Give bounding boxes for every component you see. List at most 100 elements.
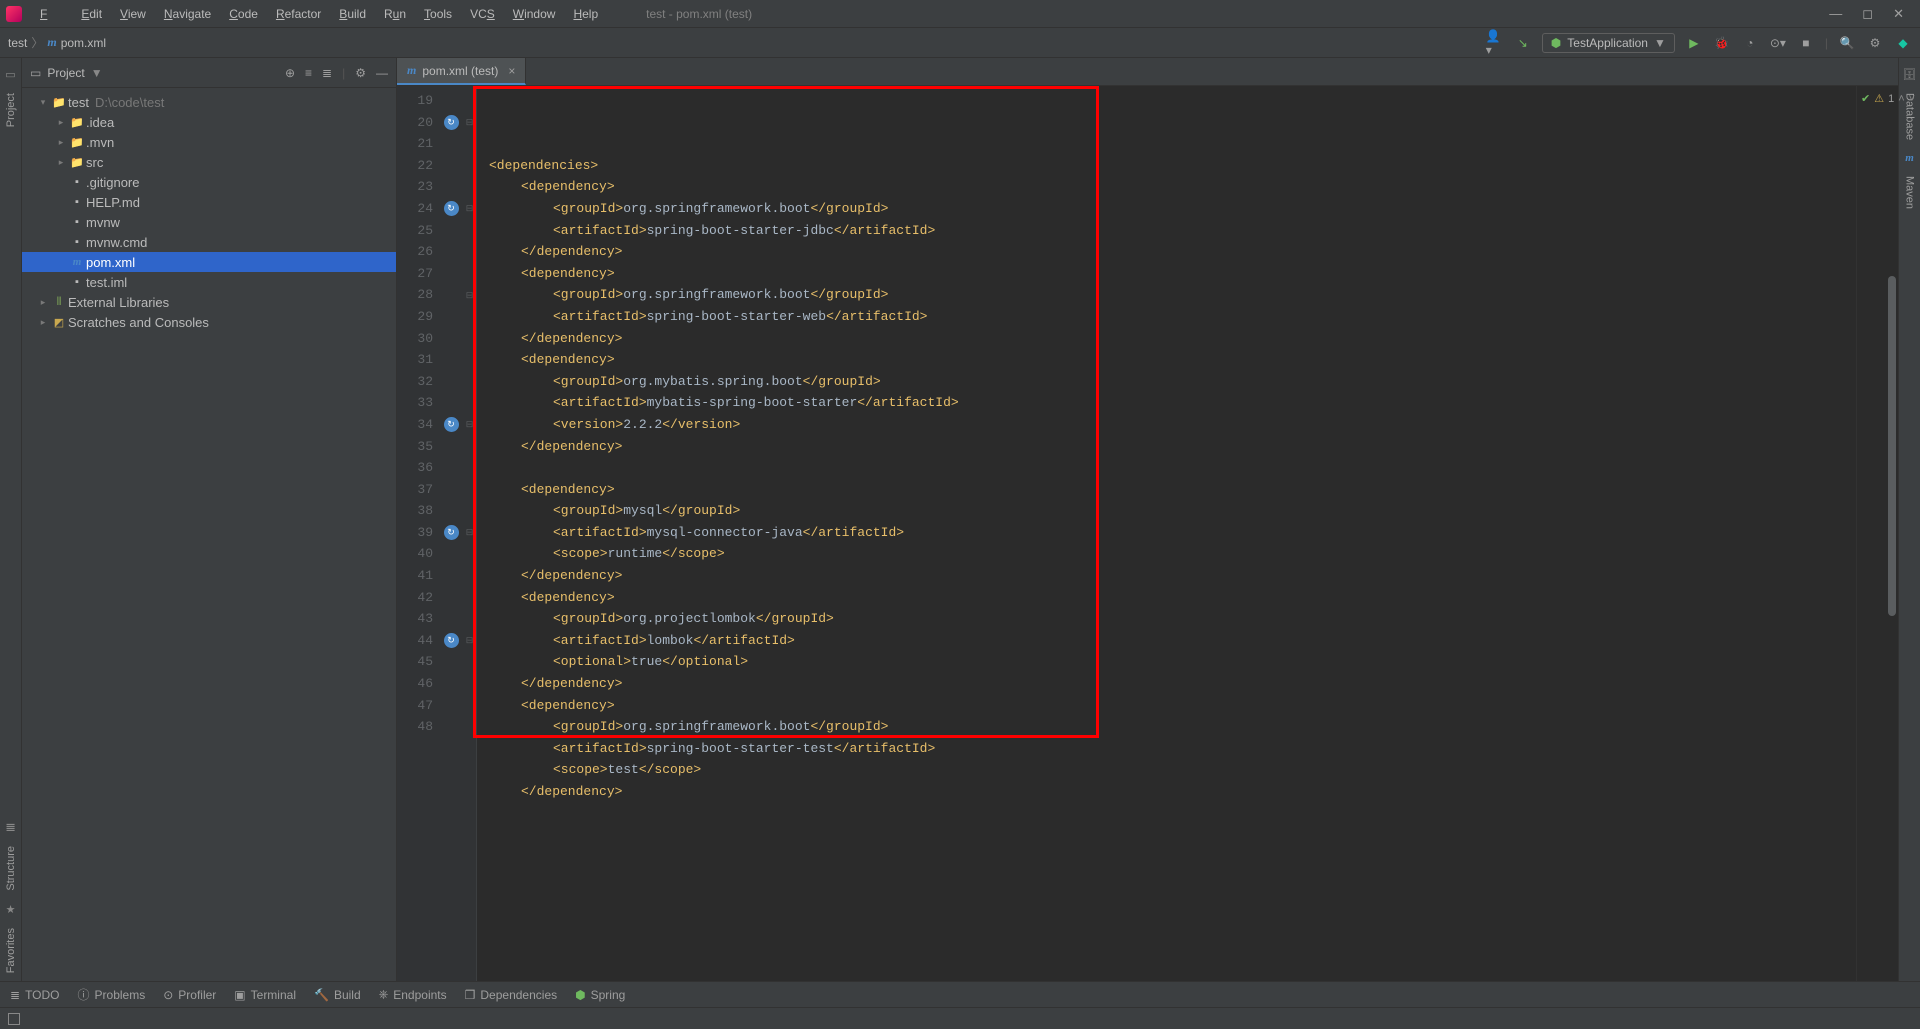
line-number[interactable]: 22 [397, 155, 433, 177]
run-button-icon[interactable]: ▶ [1685, 34, 1703, 52]
line-number[interactable]: 20 [397, 112, 433, 134]
code-line[interactable]: <version>2.2.2</version> [489, 414, 1856, 436]
line-number[interactable]: 42 [397, 587, 433, 609]
code-line[interactable]: </dependency> [489, 328, 1856, 350]
project-tool-icon[interactable]: ▭ [5, 68, 15, 81]
code-line[interactable]: <groupId>org.springframework.boot</group… [489, 716, 1856, 738]
close-tab-icon[interactable]: × [508, 64, 515, 78]
spring-tool-tab[interactable]: ⬢Spring [575, 988, 625, 1002]
line-number[interactable]: 36 [397, 457, 433, 479]
line-number[interactable]: 19 [397, 90, 433, 112]
fold-toggle-icon[interactable]: ⊟ [463, 414, 476, 436]
reload-dependency-icon[interactable]: ↻ [444, 417, 459, 432]
line-number[interactable]: 47 [397, 695, 433, 717]
inspection-ok-icon[interactable]: ✔ [1861, 92, 1870, 105]
tree-arrow-icon[interactable]: ▸ [36, 297, 50, 308]
code-line[interactable]: <optional>true</optional> [489, 651, 1856, 673]
project-view-dropdown-icon[interactable]: ▼ [91, 66, 103, 80]
tree-item-pomxml[interactable]: mpom.xml [22, 252, 396, 272]
fold-toggle-icon[interactable]: ⊟ [463, 522, 476, 544]
gutter-icons[interactable]: ↻↻↻↻↻ [439, 86, 463, 981]
code-line[interactable]: </dependency> [489, 565, 1856, 587]
code-line[interactable]: <scope>runtime</scope> [489, 543, 1856, 565]
project-panel-title[interactable]: Project [47, 66, 84, 80]
favorites-tool-tab[interactable]: Favorites [5, 928, 17, 973]
line-number[interactable]: 45 [397, 651, 433, 673]
status-toggle-icon[interactable] [8, 1013, 20, 1025]
tree-item-scratchesandconsoles[interactable]: ▸◩Scratches and Consoles [22, 312, 396, 332]
project-tree[interactable]: ▾📁testD:\code\test▸📁.idea▸📁.mvn▸📁src▪.gi… [22, 88, 396, 981]
panel-settings-gear-icon[interactable]: ⚙ [355, 66, 366, 80]
hide-panel-icon[interactable]: — [376, 66, 388, 80]
search-icon[interactable]: 🔍 [1838, 34, 1856, 52]
line-number[interactable]: 44 [397, 630, 433, 652]
code-line[interactable]: <artifactId>spring-boot-starter-jdbc</ar… [489, 220, 1856, 242]
menu-refactor[interactable]: Refactor [268, 4, 329, 24]
tree-arrow-icon[interactable]: ▸ [54, 137, 68, 148]
profiler-run-icon[interactable]: ⊙▾ [1769, 34, 1787, 52]
fold-toggle-icon[interactable]: ⊟ [463, 112, 476, 134]
structure-tool-icon[interactable]: 𝌆 [6, 821, 16, 834]
line-number[interactable]: 25 [397, 220, 433, 242]
tree-item-mvnw[interactable]: ▪mvnw [22, 212, 396, 232]
code-line[interactable]: <groupId>org.mybatis.spring.boot</groupI… [489, 371, 1856, 393]
tree-arrow-icon[interactable]: ▾ [36, 97, 50, 108]
menu-tools[interactable]: Tools [416, 4, 460, 24]
expand-all-icon[interactable]: ≡ [305, 66, 312, 80]
menu-edit[interactable]: Edit [73, 4, 110, 24]
collapse-all-icon[interactable]: ≣ [322, 66, 332, 80]
menu-vcs[interactable]: VCS [462, 4, 503, 24]
add-user-icon[interactable]: 👤▾ [1486, 34, 1504, 52]
tree-arrow-icon[interactable]: ▸ [54, 117, 68, 128]
line-number[interactable]: 33 [397, 392, 433, 414]
line-number[interactable]: 38 [397, 500, 433, 522]
code-line[interactable]: </dependency> [489, 241, 1856, 263]
tree-item-src[interactable]: ▸📁src [22, 152, 396, 172]
code-line[interactable] [489, 457, 1856, 479]
project-tool-tab[interactable]: Project [5, 93, 17, 127]
line-number-gutter[interactable]: 1920212223242526272829303132333435363738… [397, 86, 439, 981]
line-number[interactable]: 43 [397, 608, 433, 630]
maven-tool-icon[interactable]: m [1905, 152, 1914, 164]
profiler-tool-tab[interactable]: ⊙Profiler [163, 988, 216, 1002]
code-line[interactable]: </dependency> [489, 436, 1856, 458]
coverage-icon[interactable]: ◔ [1741, 34, 1759, 52]
dependencies-tool-tab[interactable]: ❒Dependencies [465, 988, 558, 1002]
terminal-tool-tab[interactable]: ▣Terminal [234, 988, 296, 1002]
inspection-warning-icon[interactable]: ⚠ [1874, 92, 1884, 105]
line-number[interactable]: 24 [397, 198, 433, 220]
line-number[interactable]: 41 [397, 565, 433, 587]
tree-item-helpmd[interactable]: ▪HELP.md [22, 192, 396, 212]
endpoints-tool-tab[interactable]: ⎈Endpoints [379, 987, 447, 1002]
line-number[interactable]: 34 [397, 414, 433, 436]
debug-button-icon[interactable]: 🐞 [1713, 34, 1731, 52]
code-line[interactable]: <groupId>mysql</groupId> [489, 500, 1856, 522]
code-line[interactable]: <artifactId>lombok</artifactId> [489, 630, 1856, 652]
stop-button-icon[interactable]: ■ [1797, 34, 1815, 52]
window-minimize-icon[interactable]: — [1829, 6, 1842, 22]
line-number[interactable]: 48 [397, 716, 433, 738]
line-number[interactable]: 31 [397, 349, 433, 371]
code-line[interactable]: <groupId>org.springframework.boot</group… [489, 284, 1856, 306]
line-number[interactable]: 26 [397, 241, 433, 263]
line-number[interactable]: 32 [397, 371, 433, 393]
fold-toggle-icon[interactable]: ⊟ [463, 198, 476, 220]
breadcrumb-file[interactable]: pom.xml [61, 36, 106, 50]
line-number[interactable]: 46 [397, 673, 433, 695]
code-line[interactable]: <dependency> [489, 479, 1856, 501]
tree-item-test[interactable]: ▾📁testD:\code\test [22, 92, 396, 112]
line-number[interactable]: 37 [397, 479, 433, 501]
menu-help[interactable]: Help [565, 4, 606, 24]
code-line[interactable]: <artifactId>spring-boot-starter-test</ar… [489, 738, 1856, 760]
menu-build[interactable]: Build [331, 4, 374, 24]
code-line[interactable]: <dependency> [489, 263, 1856, 285]
build-tool-tab[interactable]: 🔨Build [314, 988, 361, 1002]
maven-tool-tab[interactable]: Maven [1904, 176, 1916, 209]
code-line[interactable]: <groupId>org.projectlombok</groupId> [489, 608, 1856, 630]
database-tool-icon[interactable]: 🗄 [1903, 68, 1917, 81]
code-line[interactable]: <dependency> [489, 349, 1856, 371]
build-hammer-icon[interactable]: ↘ [1514, 34, 1532, 52]
prev-highlight-icon[interactable]: ˄ [1898, 93, 1904, 105]
menu-view[interactable]: View [112, 4, 154, 24]
code-line[interactable]: <dependency> [489, 587, 1856, 609]
